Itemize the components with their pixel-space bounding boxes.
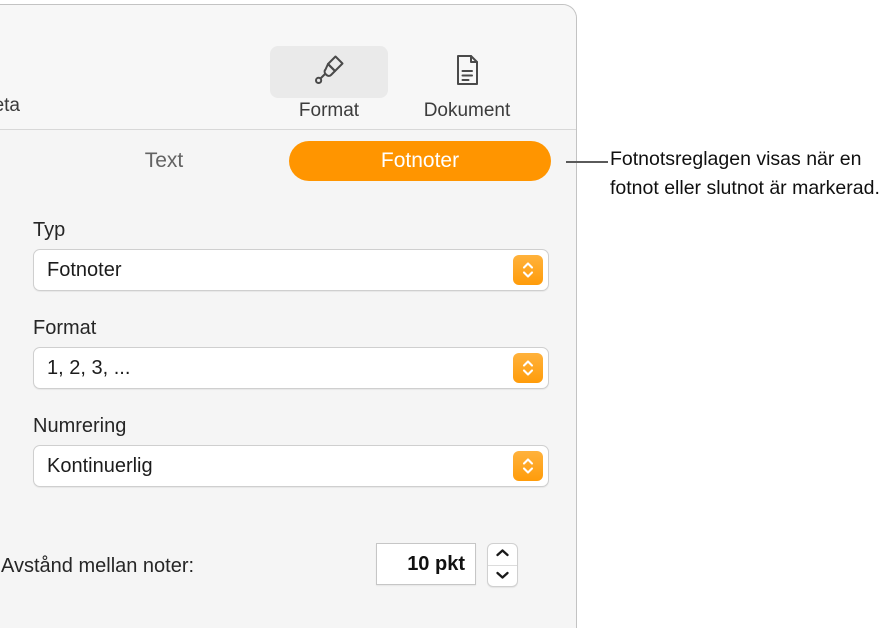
toolbar-item-format[interactable]: Format bbox=[270, 46, 388, 123]
label-numrering: Numrering bbox=[33, 415, 127, 437]
label-typ: Typ bbox=[33, 219, 66, 241]
toolbar-item-dokument[interactable]: Dokument bbox=[408, 46, 526, 123]
tab-text[interactable]: Text bbox=[79, 141, 249, 181]
note-spacing-input[interactable]: 10 pkt bbox=[376, 543, 476, 585]
popup-value-typ: Fotnoter bbox=[47, 259, 122, 281]
inspector-content: Typ Fotnoter Format 1, 2, 3, ... Numreri… bbox=[0, 195, 576, 628]
callout-annotation-text: Fotnotsreglagen visas när en fotnot elle… bbox=[610, 148, 880, 199]
tab-fotnoter[interactable]: Fotnoter bbox=[289, 141, 551, 181]
field-group-format: Format 1, 2, 3, ... bbox=[33, 315, 549, 389]
paintbrush-icon bbox=[310, 51, 348, 94]
chevron-up-down-icon-numrering[interactable] bbox=[513, 451, 543, 481]
chevron-up-down-icon-format[interactable] bbox=[513, 353, 543, 383]
stepper-increment-button[interactable] bbox=[488, 544, 517, 566]
chevron-up-icon bbox=[495, 545, 510, 563]
format-inspector-panel: beta Format bbox=[0, 4, 577, 628]
chevron-down-icon bbox=[495, 567, 510, 585]
note-spacing-row: Avstånd mellan noter: 10 pkt bbox=[1, 543, 549, 589]
segmented-control: Text Fotnoter bbox=[0, 131, 576, 193]
field-group-typ: Typ Fotnoter bbox=[33, 217, 549, 291]
callout-leader-line bbox=[566, 161, 608, 163]
toolbar-item-format-label: Format bbox=[298, 100, 360, 121]
chevron-up-down-icon-typ[interactable] bbox=[513, 255, 543, 285]
inspector-toolbar: beta Format bbox=[0, 5, 576, 130]
popup-button-format[interactable]: 1, 2, 3, ... bbox=[33, 347, 549, 389]
popup-button-numrering[interactable]: Kontinuerlig bbox=[33, 445, 549, 487]
format-icon-background bbox=[270, 46, 388, 98]
dokument-icon-background bbox=[408, 46, 526, 98]
field-group-numrering: Numrering Kontinuerlig bbox=[33, 413, 549, 487]
label-note-spacing: Avstånd mellan noter: bbox=[1, 555, 195, 577]
note-spacing-stepper[interactable] bbox=[487, 543, 518, 587]
toolbar-truncated-label: beta bbox=[0, 95, 20, 116]
toolbar-item-dokument-label: Dokument bbox=[423, 100, 511, 121]
popup-value-format: 1, 2, 3, ... bbox=[47, 357, 131, 379]
popup-button-typ[interactable]: Fotnoter bbox=[33, 249, 549, 291]
document-page-icon bbox=[450, 51, 484, 94]
popup-value-numrering: Kontinuerlig bbox=[47, 455, 153, 477]
stepper-decrement-button[interactable] bbox=[488, 566, 517, 587]
label-format: Format bbox=[33, 317, 97, 339]
note-spacing-value: 10 pkt bbox=[407, 553, 465, 575]
